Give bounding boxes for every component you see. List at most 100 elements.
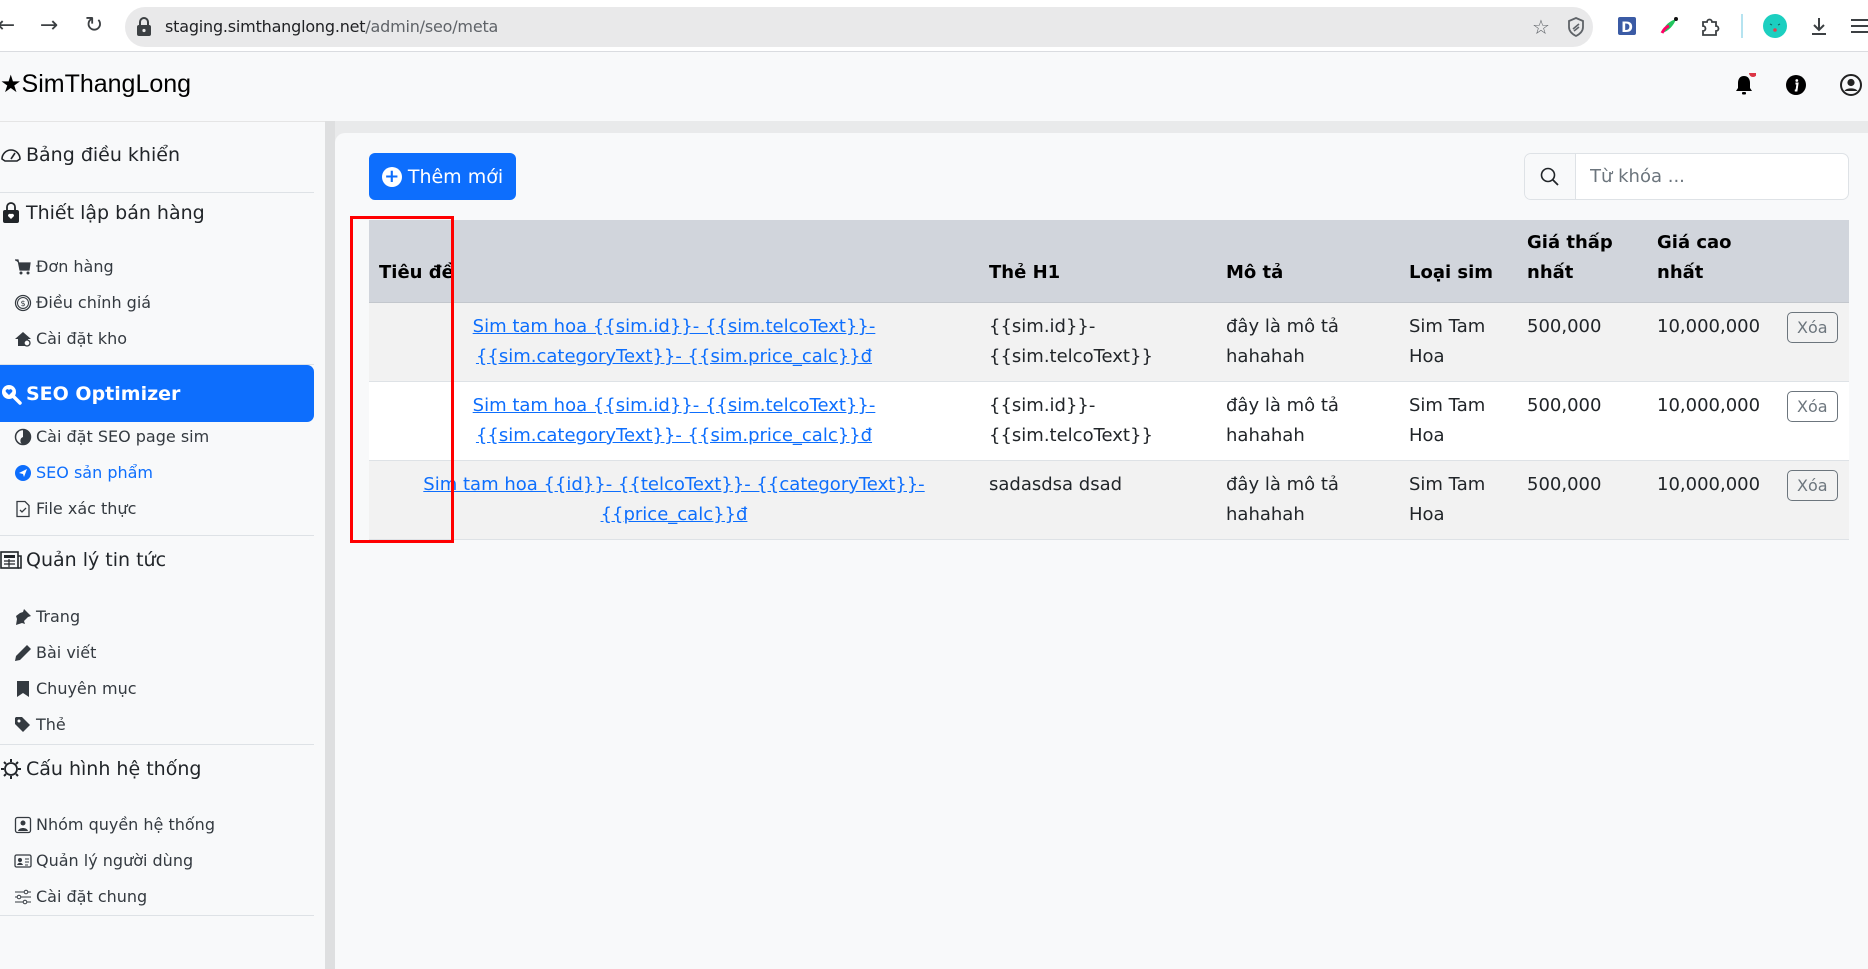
menu-icon[interactable] xyxy=(1848,13,1868,39)
table-row: Sim tam hoa {{sim.id}}- {{sim.telcoText}… xyxy=(369,381,1849,461)
min-price-cell: 500,000 xyxy=(1517,381,1647,461)
sidebar-item-seo-page-sim[interactable]: Cài đặt SEO page sim xyxy=(14,427,209,446)
address-bar[interactable]: staging.simthanglong.net/admin/seo/meta … xyxy=(125,7,1593,47)
sidebar-item-seo-products[interactable]: SEO sản phẩm xyxy=(14,463,153,482)
profile-avatar-icon[interactable] xyxy=(1762,13,1788,39)
back-icon[interactable]: ← xyxy=(0,12,20,40)
gear-icon xyxy=(0,758,22,780)
sidebar-item-tags[interactable]: Thẻ xyxy=(14,715,66,734)
sidebar-section-sales-setup[interactable]: Thiết lập bán hàng xyxy=(0,202,314,224)
actions-cell: Xóa xyxy=(1777,460,1849,540)
bookmark-icon xyxy=(14,680,32,698)
svg-text:D: D xyxy=(1621,20,1633,36)
sidebar: Bảng điều khiển Thiết lập bán hàng Đơn h… xyxy=(0,121,325,969)
pin-icon xyxy=(14,608,32,626)
newspaper-icon xyxy=(0,549,22,571)
sidebar-item-price-adjust[interactable]: $ Điều chỉnh giá xyxy=(14,293,151,312)
sidebar-divider xyxy=(0,744,314,745)
shopping-bag-icon xyxy=(0,202,22,224)
sidebar-divider xyxy=(0,535,314,536)
star-icon: ★ xyxy=(0,71,22,98)
column-header-min-price[interactable]: Giá thấp nhất xyxy=(1517,220,1647,303)
forward-icon[interactable]: → xyxy=(35,12,63,40)
pencil-icon xyxy=(14,644,32,662)
search-heart-icon xyxy=(0,383,22,405)
title-cell: Sim tam hoa {{sim.id}}- {{sim.telcoText}… xyxy=(369,302,979,382)
sidebar-item-verification-file[interactable]: File xác thực xyxy=(14,499,136,518)
sidebar-item-orders[interactable]: Đơn hàng xyxy=(14,257,114,276)
table-header-row: Tiêu đề Thẻ H1 Mô tả Loại sim Giá thấp n… xyxy=(369,220,1849,303)
add-new-button[interactable]: + Thêm mới xyxy=(369,153,516,200)
h1-cell: {{sim.id}}- {{sim.telcoText}} xyxy=(979,381,1216,461)
delete-button[interactable]: Xóa xyxy=(1787,470,1838,501)
cart-icon xyxy=(14,258,32,276)
lock-icon xyxy=(137,17,151,36)
search-group xyxy=(1524,153,1849,200)
search-icon[interactable] xyxy=(1525,154,1576,199)
description-cell: đây là mô tả hahahah xyxy=(1216,460,1399,540)
min-price-cell: 500,000 xyxy=(1517,302,1647,382)
column-header-actions xyxy=(1777,220,1849,303)
sidebar-section-dashboard[interactable]: Bảng điều khiển xyxy=(0,144,314,166)
sliders-icon xyxy=(14,888,32,906)
seo-meta-table: Tiêu đề Thẻ H1 Mô tả Loại sim Giá thấp n… xyxy=(369,220,1849,540)
svg-text:$: $ xyxy=(20,299,25,308)
search-input[interactable] xyxy=(1576,154,1848,199)
bookmark-star-icon[interactable]: ☆ xyxy=(1530,16,1552,38)
max-price-cell: 10,000,000 xyxy=(1647,381,1777,461)
color-picker-extension-icon[interactable] xyxy=(1656,13,1682,39)
url-text[interactable]: staging.simthanglong.net/admin/seo/meta xyxy=(165,17,498,36)
dashboard-icon xyxy=(0,144,22,166)
sidebar-item-warehouse[interactable]: Cài đặt kho xyxy=(14,329,127,348)
download-icon[interactable] xyxy=(1806,13,1832,39)
plus-circle-icon: + xyxy=(381,166,402,187)
sidebar-item-user-management[interactable]: Quản lý người dùng xyxy=(14,851,193,870)
sidebar-item-pages[interactable]: Trang xyxy=(14,607,80,626)
person-square-icon xyxy=(14,816,32,834)
column-header-title[interactable]: Tiêu đề xyxy=(369,220,979,303)
title-link[interactable]: Sim tam hoa {{sim.id}}- {{sim.telcoText}… xyxy=(473,316,876,367)
shield-extension-icon[interactable] xyxy=(1565,16,1587,38)
sidebar-item-posts[interactable]: Bài viết xyxy=(14,643,96,662)
app-header: ★ SimThangLong xyxy=(0,53,1868,121)
sidebar-divider xyxy=(0,192,314,193)
sidebar-section-system-config[interactable]: Cấu hình hệ thống xyxy=(0,758,314,780)
reload-icon[interactable]: ↻ xyxy=(80,12,108,40)
sidebar-divider xyxy=(0,915,314,916)
sidebar-scrollbar[interactable] xyxy=(325,121,335,969)
column-header-description[interactable]: Mô tả xyxy=(1216,220,1399,303)
max-price-cell: 10,000,000 xyxy=(1647,302,1777,382)
tags-icon xyxy=(14,716,32,734)
sidebar-section-news[interactable]: Quản lý tin tức xyxy=(0,549,314,571)
title-link[interactable]: Sim tam hoa {{id}}- {{telcoText}}- {{cat… xyxy=(423,474,924,525)
sim-type-cell: Sim Tam Hoa xyxy=(1399,302,1517,382)
pie-chart-icon xyxy=(14,428,32,446)
sidebar-item-permission-groups[interactable]: Nhóm quyền hệ thống xyxy=(14,815,215,834)
sim-type-cell: Sim Tam Hoa xyxy=(1399,460,1517,540)
title-cell: Sim tam hoa {{sim.id}}- {{sim.telcoText}… xyxy=(369,381,979,461)
column-header-max-price[interactable]: Giá cao nhất xyxy=(1647,220,1777,303)
description-cell: đây là mô tả hahahah xyxy=(1216,381,1399,461)
brand-logo[interactable]: ★ SimThangLong xyxy=(0,70,191,99)
actions-cell: Xóa xyxy=(1777,302,1849,382)
delete-button[interactable]: Xóa xyxy=(1787,391,1838,422)
description-cell: đây là mô tả hahahah xyxy=(1216,302,1399,382)
person-vcard-icon xyxy=(14,852,32,870)
sidebar-item-categories[interactable]: Chuyên mục xyxy=(14,679,137,698)
brand-name: SimThangLong xyxy=(21,70,192,98)
column-header-sim-type[interactable]: Loại sim xyxy=(1399,220,1517,303)
user-circle-icon[interactable] xyxy=(1839,73,1863,97)
title-link[interactable]: Sim tam hoa {{sim.id}}- {{sim.telcoText}… xyxy=(473,395,876,446)
info-icon[interactable] xyxy=(1784,73,1808,97)
column-header-h1[interactable]: Thẻ H1 xyxy=(979,220,1216,303)
file-check-icon xyxy=(14,500,32,518)
delete-button[interactable]: Xóa xyxy=(1787,312,1838,343)
sidebar-section-seo-optimizer[interactable]: SEO Optimizer xyxy=(0,365,314,422)
actions-cell: Xóa xyxy=(1777,381,1849,461)
d-extension-icon[interactable]: D xyxy=(1614,13,1640,39)
coin-icon: $ xyxy=(14,294,32,312)
house-gear-icon xyxy=(14,330,32,348)
bell-icon[interactable] xyxy=(1732,73,1756,97)
sidebar-item-general-settings[interactable]: Cài đặt chung xyxy=(14,887,147,906)
extensions-puzzle-icon[interactable] xyxy=(1697,13,1723,39)
